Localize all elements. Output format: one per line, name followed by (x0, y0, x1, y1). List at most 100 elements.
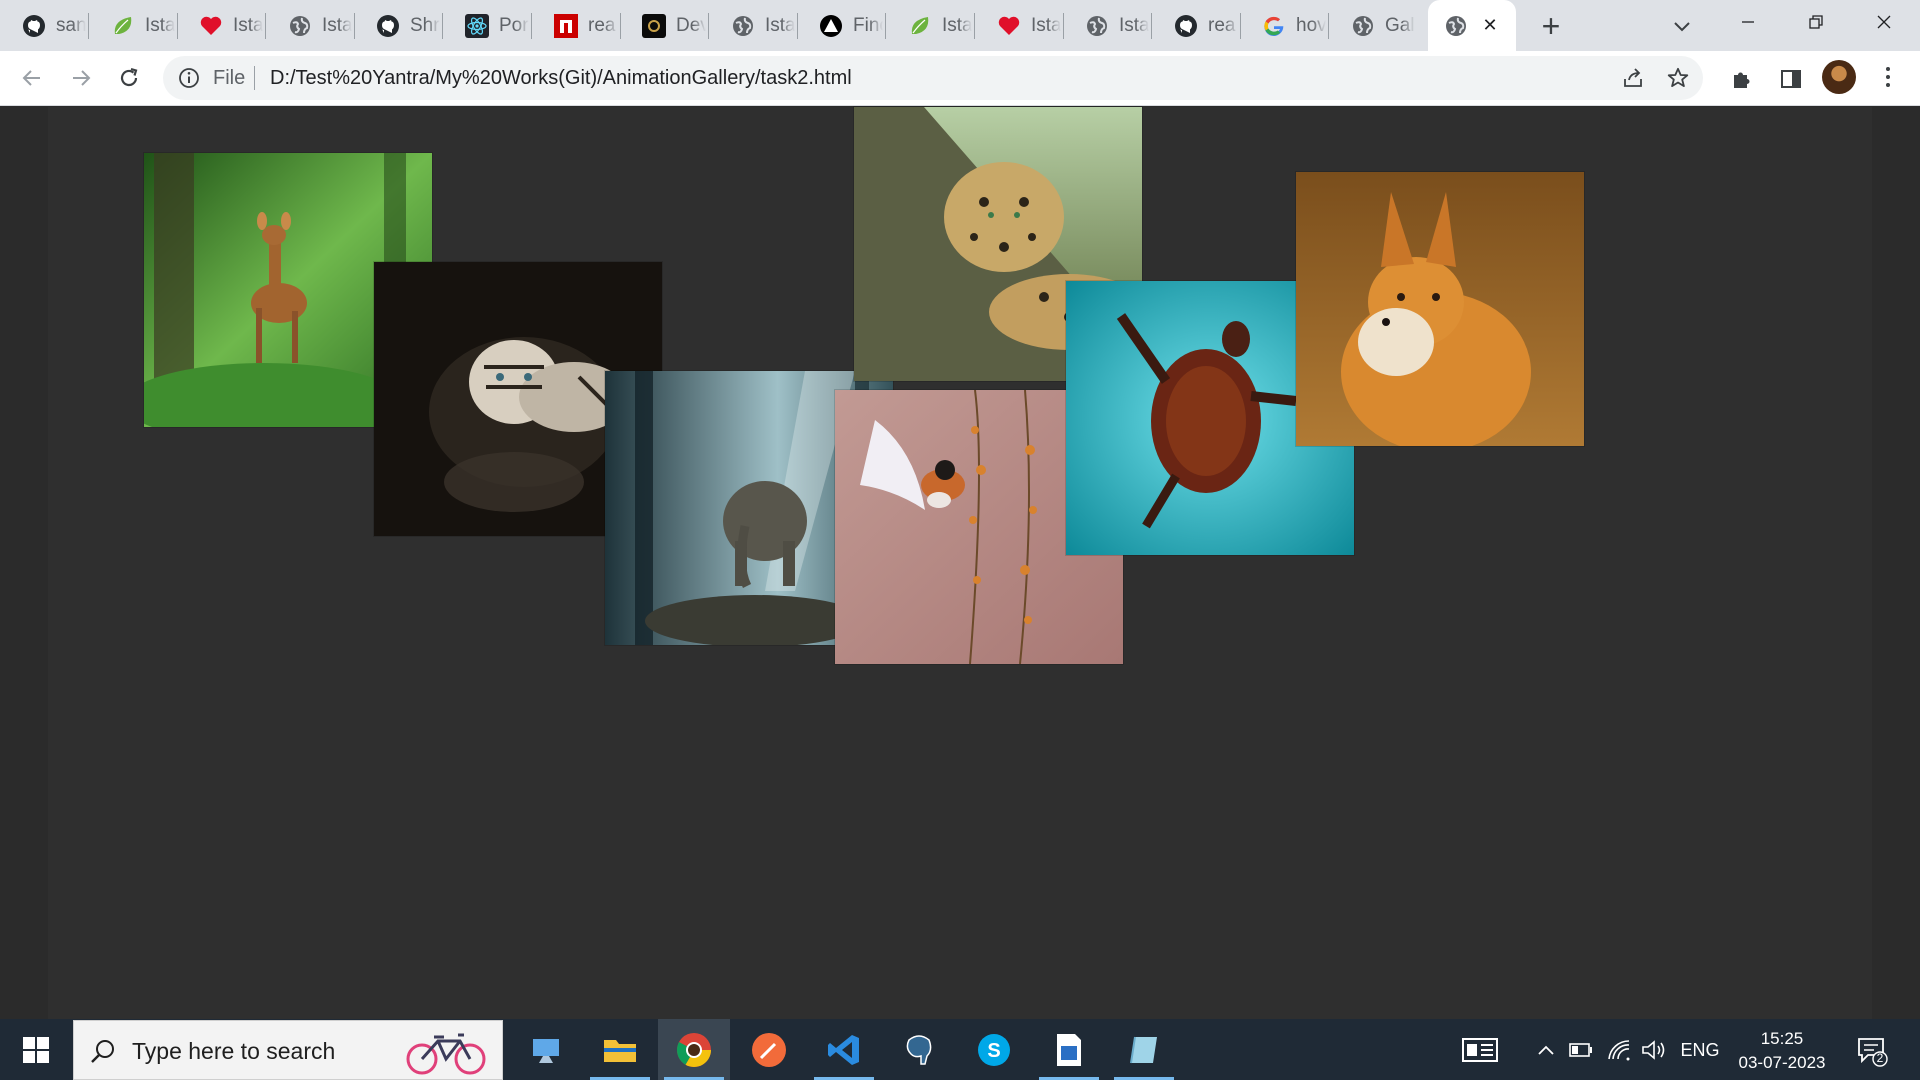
react-icon (465, 13, 489, 38)
vscode-icon (828, 1034, 859, 1065)
gallery-photo-fox[interactable] (1296, 172, 1584, 446)
tab-12[interactable]: Ista (1063, 0, 1152, 51)
tab-4[interactable]: Shr (354, 0, 443, 51)
postman-icon (752, 1032, 786, 1067)
url-scheme-label: File (213, 67, 246, 89)
url-text[interactable]: D:/Test%20Yantra/My%20Works(Git)/Animati… (270, 67, 852, 90)
reload-button[interactable] (111, 60, 147, 96)
sticky-note-icon (1130, 1036, 1157, 1063)
tab-7[interactable]: Dev (620, 0, 709, 51)
browser-menu-button[interactable] (1876, 62, 1900, 92)
computer-icon (533, 1038, 559, 1063)
wifi-icon[interactable] (1606, 1035, 1632, 1065)
taskbar-app-vscode[interactable] (808, 1019, 880, 1080)
taskbar-search-box[interactable]: Type here to search (73, 1020, 503, 1080)
share-icon[interactable] (1621, 66, 1645, 90)
taskbar-app-chrome[interactable] (658, 1019, 730, 1080)
gallery-container (48, 107, 1872, 1019)
taskbar-app-notes[interactable] (1108, 1019, 1180, 1080)
side-panel-icon[interactable] (1777, 65, 1805, 93)
restore-icon (1809, 15, 1823, 29)
start-button[interactable] (12, 1029, 60, 1071)
tab-14[interactable]: hov (1240, 0, 1329, 51)
back-button[interactable] (14, 60, 50, 96)
tab-strip: san Ista Ista Ista Shr Por rea Dev Ista Finc Ista I… (0, 0, 1920, 51)
tab-search-button[interactable] (1664, 8, 1700, 44)
language-indicator[interactable]: ENG (1680, 1035, 1720, 1065)
volume-icon[interactable] (1640, 1035, 1668, 1065)
photo-file-icon (1057, 1033, 1081, 1066)
tab-label: rea (588, 14, 616, 36)
taskbar-app-postman[interactable] (733, 1019, 805, 1080)
devlogo-icon (642, 13, 666, 38)
page-viewport (0, 107, 1920, 1019)
profile-avatar[interactable] (1822, 60, 1856, 94)
chevron-up-icon[interactable] (1534, 1035, 1558, 1065)
tab-6[interactable]: rea (532, 0, 621, 51)
notification-center-button[interactable]: 2 (1856, 1035, 1888, 1067)
new-tab-button[interactable]: + (1533, 8, 1569, 44)
search-icon (91, 1040, 114, 1063)
globe-icon (1351, 14, 1375, 38)
tab-label: Ista (1119, 14, 1149, 36)
tab-label: Ista (233, 14, 263, 36)
tab-label: Ista (145, 14, 175, 36)
tab-label: hov (1296, 14, 1326, 36)
taskbar-app-postgresql[interactable] (883, 1019, 955, 1080)
clock-date: 03-07-2023 (1738, 1053, 1826, 1072)
tab-active[interactable]: ✕ (1428, 0, 1516, 51)
close-window-button[interactable] (1850, 0, 1918, 44)
tab-label: rea (1208, 14, 1236, 36)
restore-button[interactable] (1782, 0, 1850, 44)
tab-2[interactable]: Ista (177, 0, 266, 51)
tab-label: Ista (765, 14, 795, 36)
reload-icon (120, 67, 138, 87)
browser-toolbar: File D:/Test%20Yantra/My%20Works(Git)/An… (0, 51, 1920, 106)
tab-label: Por (499, 14, 529, 36)
browser-window: san Ista Ista Ista Shr Por rea Dev Ista Finc Ista I… (0, 0, 1920, 1080)
globe-icon (1085, 14, 1109, 38)
globe-icon (288, 14, 312, 38)
tab-0[interactable]: san (0, 0, 89, 51)
github-icon (22, 14, 46, 38)
bicycle-icon (406, 1033, 486, 1075)
arrow-left-icon (22, 70, 40, 86)
tab-close-icon[interactable]: ✕ (1478, 13, 1502, 37)
taskbar-app-skype[interactable]: S (958, 1019, 1030, 1080)
taskbar-app-file-explorer[interactable] (584, 1019, 656, 1080)
arrow-right-icon (73, 70, 91, 86)
tab-label: Ista (1031, 14, 1061, 36)
tab-5[interactable]: Por (443, 0, 532, 51)
minimize-button[interactable] (1714, 0, 1782, 44)
windows-logo-icon (23, 1037, 49, 1063)
tab-label: Gall (1385, 14, 1415, 36)
postgresql-elephant-icon (906, 1034, 932, 1065)
chrome-icon (677, 1032, 711, 1067)
extensions-puzzle-icon[interactable] (1728, 65, 1756, 93)
red-square-icon (554, 13, 578, 38)
tab-3[interactable]: Ista (266, 0, 355, 51)
tab-1[interactable]: Ista (89, 0, 178, 51)
tab-10[interactable]: Ista (886, 0, 975, 51)
chevron-down-icon (1674, 22, 1690, 32)
google-icon (1262, 14, 1286, 38)
forward-button[interactable] (63, 60, 99, 96)
tab-label: san (56, 14, 86, 36)
tab-15[interactable]: Gall (1329, 0, 1418, 51)
folder-icon (604, 1039, 636, 1062)
taskbar-app-photos[interactable] (1033, 1019, 1105, 1080)
battery-icon[interactable] (1568, 1035, 1594, 1065)
news-widget-icon[interactable] (1460, 1035, 1500, 1065)
tab-8[interactable]: Ista (709, 0, 798, 51)
system-clock[interactable]: 15:25 03-07-2023 (1730, 1027, 1834, 1075)
tab-label: Shr (410, 14, 440, 36)
tab-13[interactable]: rea (1152, 0, 1241, 51)
taskbar-app-workstation[interactable] (510, 1019, 582, 1080)
tab-11[interactable]: Ista (975, 0, 1064, 51)
address-bar[interactable]: File D:/Test%20Yantra/My%20Works(Git)/An… (163, 56, 1703, 100)
tab-label: Ista (942, 14, 972, 36)
bookmark-star-icon[interactable] (1666, 66, 1690, 90)
tab-9[interactable]: Finc (797, 0, 886, 51)
info-icon[interactable] (177, 66, 201, 90)
notification-count: 2 (1876, 1051, 1884, 1065)
